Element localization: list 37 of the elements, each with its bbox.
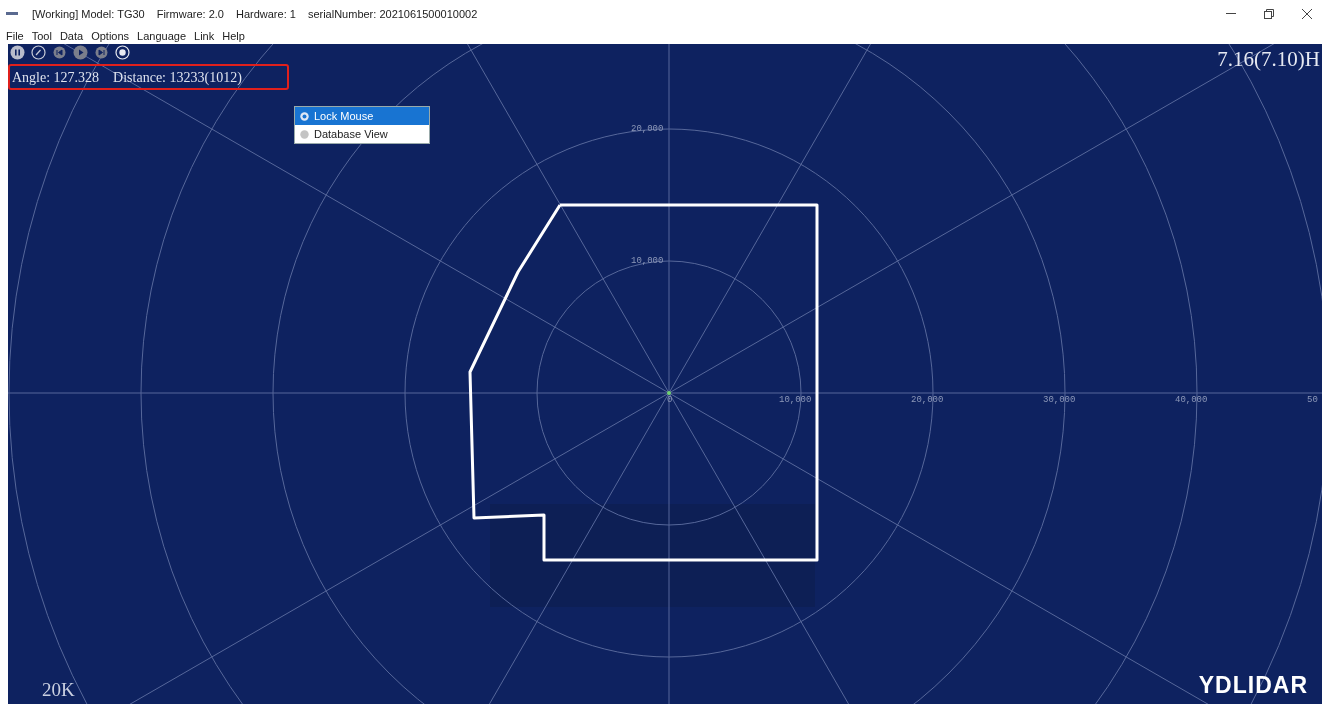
menu-item[interactable]: Options bbox=[91, 27, 130, 45]
angle-readout: Angle: 127.328 bbox=[12, 68, 100, 87]
range-label: 20K bbox=[42, 677, 75, 702]
skip-forward-icon[interactable] bbox=[94, 45, 109, 60]
axis-label: 10,000 bbox=[631, 255, 664, 268]
origin-dot bbox=[667, 391, 671, 395]
axis-label: 10,000 bbox=[779, 394, 812, 407]
axis-label: 50 bbox=[1307, 394, 1318, 407]
brand-logo: YDLIDAR bbox=[1198, 670, 1308, 700]
axis-label: 20,000 bbox=[911, 394, 944, 407]
distance-readout: Distance: 13233(1012) bbox=[113, 68, 242, 87]
menu-item[interactable]: Tool bbox=[31, 27, 52, 45]
gauge-icon[interactable] bbox=[31, 45, 46, 60]
window-title: Hardware: 1 bbox=[235, 6, 296, 22]
axis-label: 40,000 bbox=[1175, 394, 1208, 407]
menu-item[interactable]: Data bbox=[59, 27, 84, 45]
menu-item[interactable]: Help bbox=[222, 27, 245, 45]
menu-option[interactable]: Database View bbox=[295, 125, 429, 143]
window-title: Firmware: 2.0 bbox=[156, 6, 224, 22]
minimize-icon[interactable] bbox=[1226, 13, 1236, 15]
axis-label: 20,000 bbox=[631, 123, 664, 136]
menu-item[interactable]: File bbox=[6, 27, 24, 45]
axis-label: 30,000 bbox=[1043, 394, 1076, 407]
frequency-readout: 7.16(7.10)H bbox=[1217, 46, 1320, 73]
app-icon bbox=[6, 12, 18, 16]
menu-item[interactable]: Link bbox=[194, 27, 215, 45]
close-icon[interactable] bbox=[1302, 9, 1312, 19]
window-title: [Working] Model: TG30 bbox=[32, 6, 145, 22]
pause-icon[interactable] bbox=[10, 45, 25, 60]
play-icon[interactable] bbox=[73, 45, 88, 60]
menu-option[interactable]: Lock Mouse bbox=[295, 107, 429, 125]
skip-back-icon[interactable] bbox=[52, 45, 67, 60]
record-icon[interactable] bbox=[115, 45, 130, 60]
axis-label: 0 bbox=[667, 394, 673, 407]
menu-item[interactable]: Language bbox=[137, 27, 187, 45]
restore-icon[interactable] bbox=[1264, 9, 1274, 19]
window-title: serialNumber: 2021061500010002 bbox=[307, 6, 478, 22]
